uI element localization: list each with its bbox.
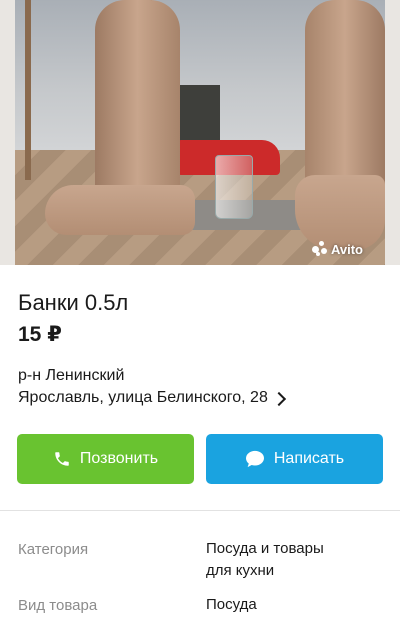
write-button-label: Написать <box>273 450 345 467</box>
photo-leg-left <box>95 0 180 210</box>
param-value-category-line1: Посуда и товары <box>206 540 324 557</box>
param-value-category-line2: для кухни <box>206 562 275 579</box>
photo-leg-right <box>305 0 385 200</box>
phone-icon <box>55 452 69 466</box>
photo-foot-left <box>45 185 195 235</box>
listing-price: 15 ₽ <box>18 323 62 346</box>
listing-district: р-н Ленинский <box>18 367 125 384</box>
listing-address-link[interactable]: Ярославль, улица Белинского, 28 <box>18 389 286 407</box>
param-value-item-type: Посуда <box>206 596 257 613</box>
listing-title: Банки 0.5л <box>18 290 129 315</box>
param-value-category: Посуда и товары для кухни <box>206 538 386 582</box>
avito-logo-icon <box>311 241 328 257</box>
param-label-item-type: Вид товара <box>18 597 98 614</box>
photo-foot-right <box>295 175 385 250</box>
listing-photo[interactable]: Avito <box>15 0 385 265</box>
section-divider <box>0 510 400 511</box>
param-label-category: Категория <box>18 541 89 558</box>
call-button[interactable]: Позвонить <box>17 434 194 484</box>
listing-photo-area[interactable]: Avito <box>0 0 400 265</box>
chevron-right-icon <box>271 391 286 406</box>
photo-jar <box>215 155 253 219</box>
write-button[interactable]: Написать <box>206 434 383 484</box>
watermark-text: Avito <box>330 241 363 257</box>
chat-bubble-icon <box>245 450 264 468</box>
photo-watermark: Avito <box>311 241 363 257</box>
call-button-label: Позвонить <box>79 450 159 467</box>
listing-address: Ярославль, улица Белинского, 28 <box>18 389 268 406</box>
